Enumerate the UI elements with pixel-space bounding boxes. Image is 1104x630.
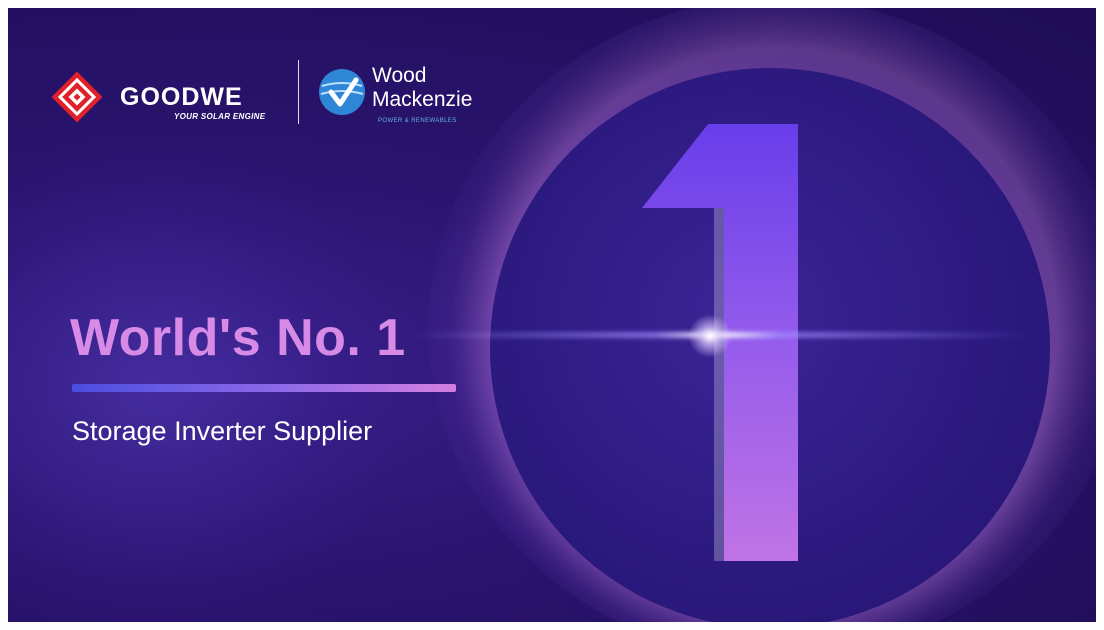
light-flare-core bbox=[688, 314, 732, 358]
logo-divider bbox=[298, 60, 299, 124]
headline-subtitle: Storage Inverter Supplier bbox=[72, 416, 373, 446]
banner: GOODWE YOUR SOLAR ENGINE Wood Mackenzie … bbox=[8, 8, 1096, 622]
goodwe-tagline: YOUR SOLAR ENGINE bbox=[174, 112, 266, 121]
wood-mackenzie-subline: POWER & RENEWABLES bbox=[378, 118, 457, 124]
wood-mackenzie-logo-icon bbox=[319, 69, 365, 115]
wood-mackenzie-wordmark-line1: Wood bbox=[372, 64, 427, 87]
goodwe-logo-icon bbox=[51, 71, 103, 123]
wood-mackenzie-wordmark-line2: Mackenzie bbox=[372, 88, 473, 111]
goodwe-wordmark: GOODWE bbox=[120, 83, 243, 111]
headline-underline bbox=[72, 384, 456, 392]
headline-title: World's No. 1 bbox=[70, 309, 406, 367]
